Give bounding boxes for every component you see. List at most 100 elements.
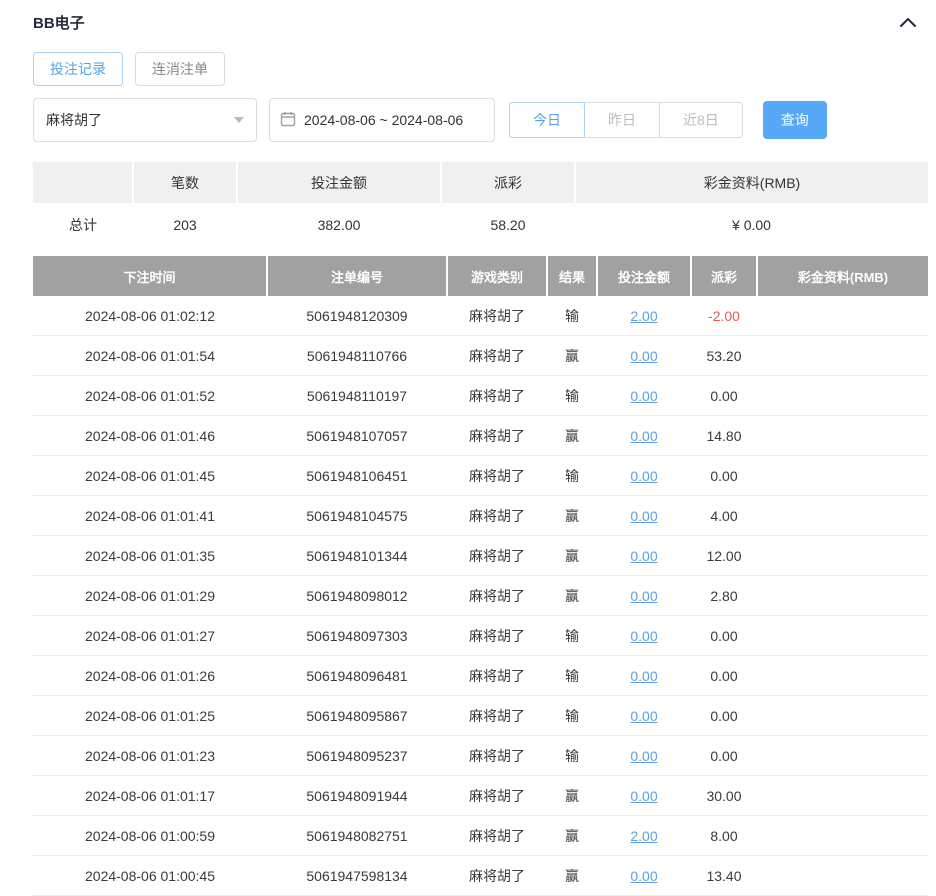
cell-result: 输 (547, 615, 597, 656)
cell-order: 5061948091944 (267, 775, 447, 816)
bet-amount-link[interactable]: 2.00 (630, 308, 657, 324)
summary-bet-amount: 382.00 (237, 203, 441, 246)
cell-order: 5061947598134 (267, 855, 447, 896)
bet-amount-link[interactable]: 2.00 (630, 828, 657, 844)
bet-amount-link[interactable]: 0.00 (630, 388, 657, 404)
calendar-icon (280, 111, 296, 130)
table-row: 2024-08-06 01:01:46 5061948107057 麻将胡了赢 0.0… (33, 415, 928, 456)
bet-amount-link[interactable]: 0.00 (630, 868, 657, 884)
cell-order: 5061948095237 (267, 735, 447, 776)
bet-amount-link[interactable]: 0.00 (630, 508, 657, 524)
game-select[interactable]: 麻将胡了 (33, 98, 257, 142)
cell-jackpot (757, 495, 928, 536)
cell-time: 2024-08-06 01:00:45 (33, 855, 267, 896)
table-row: 2024-08-06 01:01:54 5061948110766 麻将胡了赢 0.0… (33, 335, 928, 376)
cell-game: 麻将胡了 (447, 815, 547, 856)
cell-game: 麻将胡了 (447, 495, 547, 536)
cell-payout: 8.00 (691, 815, 757, 856)
cell-game: 麻将胡了 (447, 415, 547, 456)
table-row: 2024-08-06 01:01:52 5061948110197 麻将胡了输 0.0… (33, 375, 928, 416)
bet-amount-link[interactable]: 0.00 (630, 668, 657, 684)
last-8-days-button[interactable]: 近8日 (659, 102, 743, 138)
collapse-button[interactable] (898, 13, 918, 32)
cell-game: 麻将胡了 (447, 375, 547, 416)
cell-payout: 2.80 (691, 575, 757, 616)
tab-cancelled-bets[interactable]: 连消注单 (135, 52, 225, 86)
cell-jackpot (757, 655, 928, 696)
cell-time: 2024-08-06 01:01:35 (33, 535, 267, 576)
summary-header-count: 笔数 (132, 162, 237, 203)
cell-jackpot (757, 615, 928, 656)
yesterday-button[interactable]: 昨日 (584, 102, 660, 138)
cell-bet: 0.00 (597, 415, 691, 456)
summary-jackpot: ¥ 0.00 (575, 203, 928, 246)
bet-table-header-row: 下注时间 注单编号 游戏类别 结果 投注金额 派彩 彩金资料(RMB) (33, 256, 928, 296)
bet-amount-link[interactable]: 0.00 (630, 708, 657, 724)
summary-payout: 58.20 (441, 203, 575, 246)
cell-game: 麻将胡了 (447, 695, 547, 736)
header-result: 结果 (546, 256, 597, 296)
cell-payout: 0.00 (691, 655, 757, 696)
cell-game: 麻将胡了 (447, 296, 547, 336)
cell-time: 2024-08-06 01:01:41 (33, 495, 267, 536)
cell-game: 麻将胡了 (447, 775, 547, 816)
cell-order: 5061948107057 (267, 415, 447, 456)
cell-result: 输 (547, 695, 597, 736)
tab-bar: 投注记录 连消注单 (33, 52, 928, 86)
cell-bet: 2.00 (597, 815, 691, 856)
summary-header-blank (33, 162, 133, 203)
cell-result: 赢 (547, 855, 597, 896)
cell-game: 麻将胡了 (447, 735, 547, 776)
cell-jackpot (757, 855, 928, 896)
bet-amount-link[interactable]: 0.00 (630, 628, 657, 644)
header-payout: 派彩 (690, 256, 757, 296)
cell-payout: 0.00 (691, 735, 757, 776)
cell-result: 输 (547, 296, 597, 336)
cell-bet: 0.00 (597, 735, 691, 776)
summary-count: 203 (133, 203, 237, 246)
table-row: 2024-08-06 01:00:45 5061947598134 麻将胡了赢 0.0… (33, 855, 928, 896)
cell-payout: 14.80 (691, 415, 757, 456)
bet-amount-link[interactable]: 0.00 (630, 548, 657, 564)
cell-game: 麻将胡了 (447, 575, 547, 616)
cell-result: 赢 (547, 815, 597, 856)
cell-bet: 2.00 (597, 296, 691, 336)
search-button[interactable]: 查询 (762, 101, 827, 139)
cell-jackpot (757, 375, 928, 416)
cell-jackpot (757, 575, 928, 616)
cell-game: 麻将胡了 (447, 855, 547, 896)
cell-bet: 0.00 (597, 855, 691, 896)
cell-time: 2024-08-06 01:01:26 (33, 655, 267, 696)
today-button[interactable]: 今日 (509, 102, 585, 138)
cell-result: 赢 (547, 335, 597, 376)
cell-jackpot (757, 296, 928, 336)
summary-table: 笔数 投注金额 派彩 彩金资料(RMB) 总计 203 382.00 58.20… (33, 162, 928, 246)
cell-time: 2024-08-06 01:01:25 (33, 695, 267, 736)
cell-payout: 0.00 (691, 615, 757, 656)
bet-amount-link[interactable]: 0.00 (630, 428, 657, 444)
tab-bet-records[interactable]: 投注记录 (33, 52, 123, 86)
date-range-value: 2024-08-06 ~ 2024-08-06 (304, 112, 464, 128)
cell-bet: 0.00 (597, 335, 691, 376)
cell-game: 麻将胡了 (447, 335, 547, 376)
summary-header-jackpot: 彩金资料(RMB) (574, 162, 928, 203)
bet-amount-link[interactable]: 0.00 (630, 788, 657, 804)
cell-payout: 0.00 (691, 375, 757, 416)
date-range-input[interactable]: 2024-08-06 ~ 2024-08-06 (269, 98, 495, 142)
bet-amount-link[interactable]: 0.00 (630, 348, 657, 364)
filter-bar: 麻将胡了 2024-08-06 ~ 2024-08-06 今日 昨日 近8日 查… (33, 98, 928, 142)
summary-total-row: 总计 203 382.00 58.20 ¥ 0.00 (33, 203, 928, 246)
panel-header: BB电子 (33, 10, 928, 34)
cell-payout: 0.00 (691, 455, 757, 496)
bet-amount-link[interactable]: 0.00 (630, 468, 657, 484)
cell-payout: 12.00 (691, 535, 757, 576)
cell-bet: 0.00 (597, 535, 691, 576)
bet-amount-link[interactable]: 0.00 (630, 748, 657, 764)
cell-jackpot (757, 695, 928, 736)
cell-jackpot (757, 415, 928, 456)
bet-amount-link[interactable]: 0.00 (630, 588, 657, 604)
cell-order: 5061948095867 (267, 695, 447, 736)
header-game-type: 游戏类别 (446, 256, 547, 296)
cell-time: 2024-08-06 01:01:17 (33, 775, 267, 816)
table-row: 2024-08-06 01:01:45 5061948106451 麻将胡了输 0.0… (33, 455, 928, 496)
